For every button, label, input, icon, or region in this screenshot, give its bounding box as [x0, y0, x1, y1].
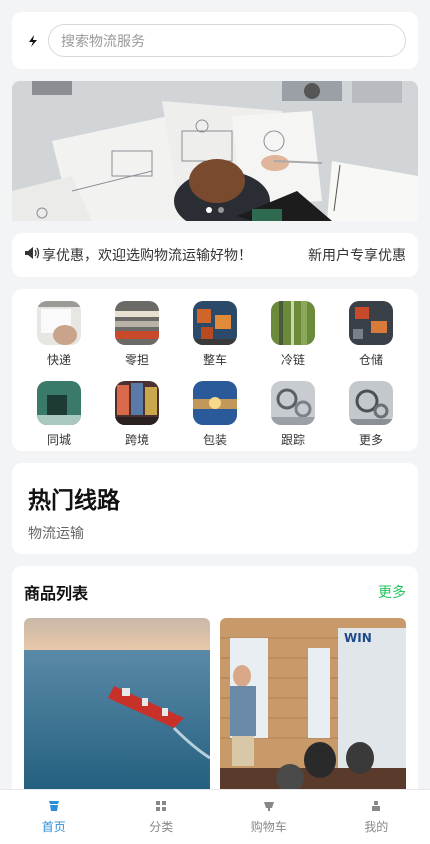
ship-image — [24, 618, 210, 806]
cross-border-image — [115, 381, 159, 425]
category-warehouse[interactable]: 仓储 — [332, 301, 410, 371]
packaging-image — [193, 381, 237, 425]
tab-home[interactable]: 首页 — [0, 790, 108, 844]
svg-text:WIN: WIN — [344, 631, 372, 645]
notice-promo[interactable]: 新用户专享优惠 — [308, 245, 406, 265]
product-list: WIN — [24, 618, 406, 806]
banner-carousel[interactable] — [12, 81, 418, 221]
cold-chain-image — [271, 301, 315, 345]
tab-label: 首页 — [41, 819, 66, 834]
banner-indicator — [206, 207, 224, 213]
notice-text: 享优惠，欢迎选购物流运输好物！ — [42, 248, 252, 264]
category-express[interactable]: 快递 — [20, 301, 98, 371]
category-label: 包装 — [202, 433, 227, 447]
category-same-city[interactable]: 同城 — [20, 381, 98, 451]
home-icon — [48, 800, 59, 811]
category-label: 同城 — [46, 433, 71, 447]
category-label: 更多 — [358, 433, 383, 447]
product-item-ship[interactable] — [24, 618, 210, 806]
tab-category[interactable]: 分类 — [108, 790, 216, 844]
more-image — [349, 381, 393, 425]
category-label: 整车 — [202, 353, 227, 367]
product-item-meeting[interactable]: WIN — [220, 618, 406, 806]
grid-icon — [156, 800, 167, 811]
search-bar: 搜索物流服务 — [12, 12, 418, 69]
hot-routes-card[interactable]: 热门线路 物流运输 — [12, 463, 418, 554]
product-more-link[interactable]: 更多 — [378, 582, 406, 602]
user-icon — [372, 800, 381, 811]
search-placeholder: 搜索物流服务 — [61, 33, 145, 50]
tab-label: 购物车 — [250, 819, 287, 834]
category-label: 快递 — [46, 353, 71, 367]
banner-dot[interactable] — [218, 207, 224, 213]
category-packaging[interactable]: 包装 — [176, 381, 254, 451]
category-more[interactable]: 更多 — [332, 381, 410, 451]
product-list-title: 商品列表 — [24, 584, 89, 603]
product-list-header: 商品列表 更多 — [24, 580, 406, 604]
category-cold-chain[interactable]: 冷链 — [254, 301, 332, 371]
tracking-image — [271, 381, 315, 425]
tab-profile[interactable]: 我的 — [323, 790, 430, 844]
ltl-image — [115, 301, 159, 345]
cart-icon — [263, 801, 274, 811]
product-list-card: 商品列表 更多 WIN — [12, 566, 418, 806]
speaker-icon — [24, 246, 40, 264]
notice-bar[interactable]: 享优惠，欢迎选购物流运输好物！ 新用户专享优惠 — [12, 233, 418, 277]
banner-dot-active[interactable] — [206, 207, 212, 213]
category-grid: 快递 零担 整车 冷链 仓储 同城 跨境 包装 跟踪 更多 — [12, 289, 418, 451]
category-label: 跟踪 — [280, 433, 305, 447]
category-label: 冷链 — [280, 353, 305, 367]
flash-icon[interactable] — [24, 32, 42, 50]
express-image — [37, 301, 81, 345]
meeting-image: WIN — [220, 618, 406, 806]
hot-routes-subtitle: 物流运输 — [28, 526, 84, 542]
tab-cart[interactable]: 购物车 — [215, 790, 323, 844]
ftl-image — [193, 301, 237, 345]
warehouse-image — [349, 301, 393, 345]
category-ftl[interactable]: 整车 — [176, 301, 254, 371]
hot-routes-title: 热门线路 — [28, 488, 120, 514]
tab-label: 我的 — [364, 819, 389, 834]
category-cross-border[interactable]: 跨境 — [98, 381, 176, 451]
category-ltl[interactable]: 零担 — [98, 301, 176, 371]
category-label: 零担 — [124, 353, 149, 367]
category-label: 跨境 — [124, 433, 149, 447]
category-tracking[interactable]: 跟踪 — [254, 381, 332, 451]
tab-bar: 首页 分类 购物车 我的 — [0, 789, 430, 844]
same-city-image — [37, 381, 81, 425]
category-label: 仓储 — [358, 353, 383, 367]
tab-label: 分类 — [149, 819, 174, 834]
banner-image — [12, 81, 418, 221]
search-input[interactable]: 搜索物流服务 — [48, 24, 406, 57]
